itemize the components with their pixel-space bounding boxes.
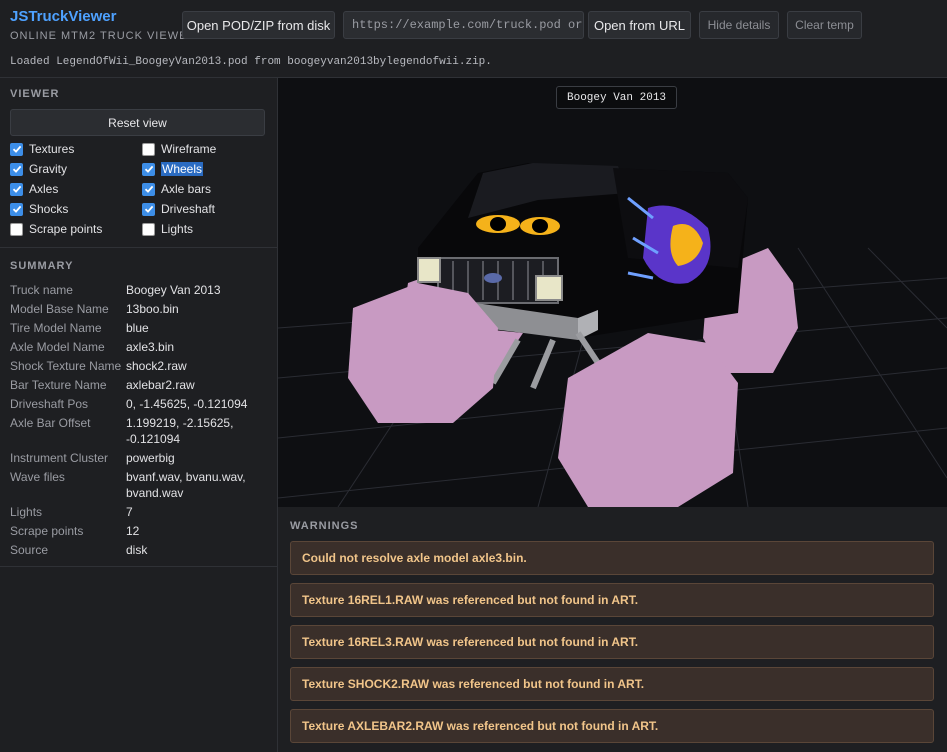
warning-item: Texture SHOCK2.RAW was referenced but no… [290,667,934,701]
summary-key: Wave files [10,470,65,484]
summary-key: Truck name [10,283,73,297]
clear-temp-button[interactable]: Clear temp [787,11,862,39]
checkbox-label: Axles [29,182,59,196]
checkbox-label: Gravity [29,162,68,176]
summary-value: 1.199219, -2.15625, -0.121094 [126,416,234,446]
app-subtitle: ONLINE MTM2 TRUCK VIEWER [10,30,197,42]
summary-value: blue [126,321,149,335]
warning-item: Texture 16REL1.RAW was referenced but no… [290,583,934,617]
app-header: JSTruckViewer ONLINE MTM2 TRUCK VIEWER O… [0,0,947,78]
checkbox-unchecked-icon [10,222,23,236]
checkbox-unchecked-icon [142,142,155,156]
checkbox-gravity[interactable]: Gravity [10,160,67,178]
checkbox-axle-bars[interactable]: Axle bars [142,180,211,198]
checkbox-scrape-points[interactable]: Scrape points [10,220,102,238]
summary-value: Boogey Van 2013 [126,283,221,297]
summary-key: Lights [10,505,43,519]
checkbox-label: Driveshaft [161,202,216,216]
summary-key: Source [10,543,49,557]
summary-heading: SUMMARY [10,260,74,272]
checkbox-unchecked-icon [142,222,155,236]
hide-details-button[interactable]: Hide details [699,11,779,39]
summary-key: Bar Texture Name [10,378,107,392]
summary-value: powerbig [126,451,175,465]
summary-key: Model Base Name [10,302,109,316]
summary-key: Axle Bar Offset [10,416,91,430]
divider [0,566,278,567]
checkbox-label: Wireframe [161,142,217,156]
summary-value: disk [126,543,148,557]
checkbox-label: Axle bars [161,182,212,196]
checkbox-checked-icon [142,182,155,196]
warnings-panel: WARNINGS Could not resolve axle model ax… [278,507,947,752]
summary-value: 13boo.bin [126,302,179,316]
summary-value: 0, -1.45625, -0.121094 [126,397,248,411]
checkbox-label: Shocks [29,202,69,216]
checkbox-lights[interactable]: Lights [142,220,193,238]
summary-value: axle3.bin [126,340,175,354]
checkbox-wheels[interactable]: Wheels [142,160,204,178]
summary-key: Scrape points [10,524,84,538]
checkbox-checked-icon [10,142,23,156]
open-url-button[interactable]: Open from URL [588,11,691,39]
checkbox-wireframe[interactable]: Wireframe [142,140,216,158]
reset-view-button[interactable]: Reset view [10,109,265,136]
checkbox-checked-icon [10,162,23,176]
warning-item: Texture AXLEBAR2.RAW was referenced but … [290,709,934,743]
summary-value: bvanf.wav, bvanu.wav, bvand.wav [126,470,246,500]
checkbox-label: Lights [161,222,194,236]
summary-key: Shock Texture Name [10,359,122,373]
sidebar: VIEWER Reset view Textures Wireframe Gra… [0,78,278,752]
warnings-heading: WARNINGS [290,520,359,532]
checkbox-checked-icon [10,182,23,196]
truck-render [278,163,947,507]
checkbox-label: Textures [29,142,75,156]
open-file-button[interactable]: Open POD/ZIP from disk [182,11,335,39]
status-line: Loaded LegendOfWii_BoogeyVan2013.pod fro… [10,56,492,68]
front-right-wheel [558,333,738,507]
app-title: JSTruckViewer [10,8,117,25]
checkbox-checked-icon [142,162,155,176]
summary-value: shock2.raw [126,359,187,373]
viewer-heading: VIEWER [10,88,60,100]
checkbox-driveshaft[interactable]: Driveshaft [142,200,215,218]
checkbox-label: Wheels [161,162,204,176]
summary-value: 7 [126,505,133,519]
summary-key: Driveshaft Pos [10,397,89,411]
truck-3d-viewport[interactable]: Boogey Van 2013 [278,78,947,507]
front-left-wheel [348,283,498,423]
truck-name-label: Boogey Van 2013 [556,86,678,109]
checkbox-textures[interactable]: Textures [10,140,74,158]
checkbox-shocks[interactable]: Shocks [10,200,68,218]
checkbox-label: Scrape points [29,222,103,236]
summary-key: Instrument Cluster [10,451,109,465]
checkbox-checked-icon [10,202,23,216]
divider [0,247,278,248]
summary-key: Tire Model Name [10,321,102,335]
checkbox-axles[interactable]: Axles [10,180,58,198]
warning-item: Texture 16REL3.RAW was referenced but no… [290,625,934,659]
summary-value: axlebar2.raw [126,378,195,392]
url-input[interactable]: https://example.com/truck.pod or / [343,11,584,39]
summary-value: 12 [126,524,140,538]
warning-item: Could not resolve axle model axle3.bin. [290,541,934,575]
checkbox-checked-icon [142,202,155,216]
summary-key: Axle Model Name [10,340,105,354]
